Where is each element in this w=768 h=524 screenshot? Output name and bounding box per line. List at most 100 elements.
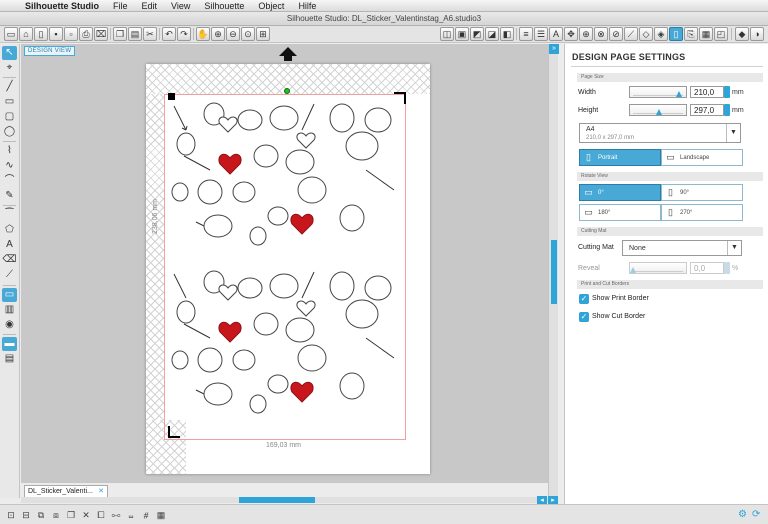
- library-tool-icon[interactable]: ▥: [2, 303, 17, 317]
- height-slider[interactable]: [629, 104, 687, 116]
- menu-edit[interactable]: Edit: [135, 1, 165, 11]
- replicate-icon[interactable]: ⊕: [579, 27, 593, 41]
- bring-to-front-icon[interactable]: ⧢: [124, 508, 138, 522]
- copy-icon[interactable]: ❐: [113, 27, 127, 41]
- menu-file[interactable]: File: [106, 1, 135, 11]
- width-slider[interactable]: [629, 86, 687, 98]
- show-cut-border-label[interactable]: Show Cut Border: [592, 313, 645, 320]
- print-icon[interactable]: ⎙: [79, 27, 93, 41]
- design-view-tool-icon[interactable]: ▭: [2, 288, 17, 302]
- bring-forward-icon[interactable]: ⧠: [94, 508, 108, 522]
- shape-tool-icon[interactable]: ⬠: [2, 223, 17, 237]
- rectangle-tool-icon[interactable]: ▭: [2, 95, 17, 109]
- vertical-scroll-thumb[interactable]: [551, 240, 557, 304]
- page-settings-icon[interactable]: ▯: [669, 27, 683, 41]
- line-style-icon[interactable]: ≡: [519, 27, 533, 41]
- open-icon[interactable]: ⌂: [19, 27, 33, 41]
- fill-gradient-icon[interactable]: ◪: [485, 27, 499, 41]
- cutting-mat-select[interactable]: None ▼: [622, 240, 742, 256]
- reveal-stepper[interactable]: [724, 262, 730, 274]
- eraser-icon[interactable]: ◇: [639, 27, 653, 41]
- new-file-icon[interactable]: ▭: [4, 27, 18, 41]
- pan-hand-icon[interactable]: ✋: [196, 27, 210, 41]
- rotate-270-button[interactable]: ▯ 270°: [661, 204, 743, 221]
- rotate-90-button[interactable]: ▯ 90°: [661, 184, 743, 201]
- print-cut-icon[interactable]: ⌧: [94, 27, 108, 41]
- offset-icon[interactable]: ◫: [440, 27, 454, 41]
- line-width-icon[interactable]: ☰: [534, 27, 548, 41]
- menu-help[interactable]: Hilfe: [291, 1, 323, 11]
- delete-icon[interactable]: ✕: [79, 508, 93, 522]
- menu-silhouette[interactable]: Silhouette: [197, 1, 251, 11]
- make-compound-icon[interactable]: ⧉: [34, 508, 48, 522]
- library-icon[interactable]: ▯: [34, 27, 48, 41]
- cut-settings-icon[interactable]: ⎘: [684, 27, 698, 41]
- line-color-icon[interactable]: ◧: [500, 27, 514, 41]
- sync-icon[interactable]: ⟳: [752, 509, 760, 520]
- show-print-border-label[interactable]: Show Print Border: [592, 295, 649, 302]
- save-as-icon[interactable]: ▫: [64, 27, 78, 41]
- smooth-freehand-icon[interactable]: ⁀: [2, 208, 17, 222]
- trace-icon[interactable]: ▣: [455, 27, 469, 41]
- paste-icon[interactable]: ▤: [128, 27, 142, 41]
- layers-icon[interactable]: ◈: [654, 27, 668, 41]
- arc-tool-icon[interactable]: ⌒: [2, 174, 17, 188]
- duplicate-icon[interactable]: ❐: [64, 508, 78, 522]
- ungroup-icon[interactable]: ⊟: [19, 508, 33, 522]
- save-icon[interactable]: ▪: [49, 27, 63, 41]
- transform-icon[interactable]: ✥: [564, 27, 578, 41]
- panel-toggle-icon[interactable]: ▬: [2, 337, 17, 351]
- store-tool-icon[interactable]: ◉: [2, 318, 17, 332]
- width-slider-knob[interactable]: [675, 91, 682, 97]
- arrange-icon[interactable]: ▦: [154, 508, 168, 522]
- text-tool-icon[interactable]: A: [2, 238, 17, 252]
- show-print-border-checkbox[interactable]: ✓: [579, 294, 589, 304]
- design-canvas[interactable]: DESIGN VIEW 238,06 mm 169,03 mm: [21, 44, 548, 483]
- reveal-slider[interactable]: [629, 262, 687, 274]
- reveal-input[interactable]: 0,0: [690, 262, 724, 274]
- group-icon[interactable]: ⊡: [4, 508, 18, 522]
- settings-gear-icon[interactable]: ⚙: [738, 509, 747, 520]
- rounded-rectangle-tool-icon[interactable]: ▢: [2, 110, 17, 124]
- design-page[interactable]: 238,06 mm 169,03 mm: [146, 64, 430, 474]
- page-size-select[interactable]: A4 210,0 x 297,0 mm ▼: [579, 123, 741, 143]
- collapse-panel-icon[interactable]: »: [549, 44, 559, 54]
- knife-icon[interactable]: ⟋: [624, 27, 638, 41]
- height-input[interactable]: 297,0: [690, 104, 724, 116]
- height-stepper[interactable]: [724, 104, 730, 116]
- zoom-out-icon[interactable]: ⊖: [226, 27, 240, 41]
- zoom-fit-icon[interactable]: ⊞: [256, 27, 270, 41]
- document-tab[interactable]: DL_Sticker_Valenti... ✕: [24, 485, 108, 497]
- send-silhouette-icon[interactable]: ▦: [699, 27, 713, 41]
- send-to-back-icon[interactable]: ⧣: [139, 508, 153, 522]
- rotate-handle[interactable]: [284, 88, 290, 94]
- polygon-tool-icon[interactable]: ⌇: [2, 144, 17, 158]
- ellipse-tool-icon[interactable]: ◯: [2, 125, 17, 139]
- point-edit-icon[interactable]: ⌖: [2, 61, 17, 75]
- freehand-tool-icon[interactable]: ✎: [2, 189, 17, 203]
- rotate-180-button[interactable]: ▭ 180°: [579, 204, 661, 221]
- release-compound-icon[interactable]: ⧈: [49, 508, 63, 522]
- split-view-icon[interactable]: ▤: [2, 352, 17, 366]
- landscape-button[interactable]: ▭ Landscape: [661, 149, 743, 166]
- knife-tool-icon[interactable]: ⟋: [2, 268, 17, 282]
- line-tool-icon[interactable]: ╱: [2, 80, 17, 94]
- app-menu[interactable]: Silhouette Studio: [18, 1, 106, 11]
- height-slider-knob[interactable]: [656, 109, 662, 115]
- modify-icon[interactable]: ⊗: [594, 27, 608, 41]
- width-stepper[interactable]: [724, 86, 730, 98]
- redo-icon[interactable]: ↷: [177, 27, 191, 41]
- undo-icon[interactable]: ↶: [162, 27, 176, 41]
- reveal-slider-knob[interactable]: [630, 267, 636, 273]
- close-tab-icon[interactable]: ✕: [98, 486, 104, 497]
- library-toggle-icon[interactable]: ◑: [750, 27, 764, 41]
- store-icon[interactable]: ◆: [735, 27, 749, 41]
- width-input[interactable]: 210,0: [690, 86, 724, 98]
- curve-tool-icon[interactable]: ∿: [2, 159, 17, 173]
- horizontal-scroll-thumb[interactable]: [239, 497, 315, 503]
- sticker-artwork[interactable]: [166, 100, 404, 436]
- zoom-in-icon[interactable]: ⊕: [211, 27, 225, 41]
- registration-icon[interactable]: ◰: [714, 27, 728, 41]
- send-backward-icon[interactable]: ⧟: [109, 508, 123, 522]
- eraser-tool-icon[interactable]: ⌫: [2, 253, 17, 267]
